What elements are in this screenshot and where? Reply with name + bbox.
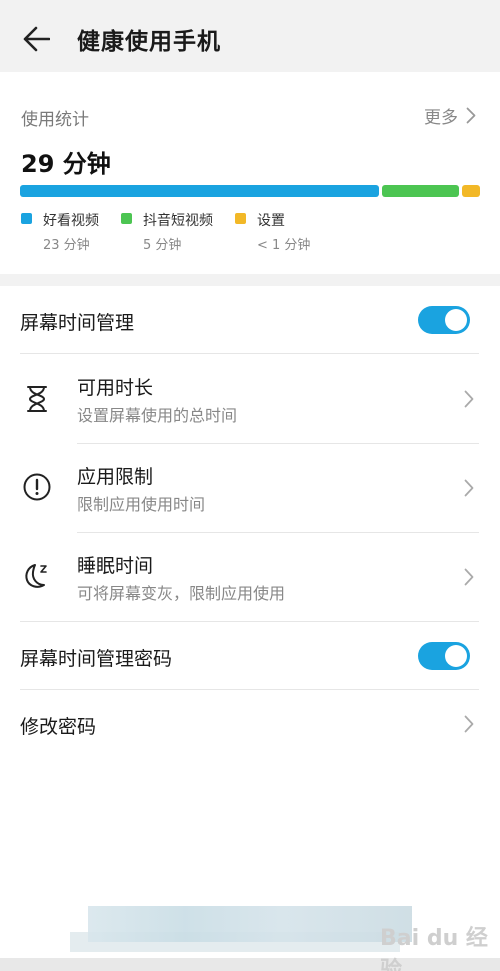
legend-dot (21, 213, 32, 224)
chevron-right-icon (464, 390, 474, 408)
legend-dot (121, 213, 132, 224)
app-duration: 5 分钟 (143, 238, 182, 253)
sleep-time-item[interactable]: 睡眠时间 可将屏幕变灰，限制应用使用 (0, 533, 500, 622)
item-subtitle: 限制应用使用时间 (77, 495, 206, 514)
more-link[interactable]: 更多 (424, 103, 476, 128)
watermark: Bai du 经验 (380, 926, 488, 971)
usage-bar-segment-2 (462, 185, 480, 197)
chevron-right-icon (464, 479, 474, 497)
toggle-knob (445, 309, 467, 331)
app-duration: 23 分钟 (43, 238, 90, 253)
password-toggle[interactable] (418, 642, 470, 670)
usage-bar-segment-0 (20, 185, 379, 197)
moon-sleep-icon (25, 564, 47, 588)
app-duration: < 1 分钟 (257, 238, 311, 253)
hourglass-icon (27, 386, 47, 412)
item-subtitle: 可将屏幕变灰，限制应用使用 (77, 584, 286, 603)
chevron-right-icon (464, 715, 474, 733)
blurred-region (88, 906, 412, 942)
usage-bar (20, 185, 480, 197)
app-name: 好看视频 (43, 213, 99, 229)
available-time-item[interactable]: 可用时长 设置屏幕使用的总时间 (0, 354, 500, 443)
more-label: 更多 (424, 108, 458, 128)
screen-time-toggle[interactable] (418, 306, 470, 334)
legend-dot (235, 213, 246, 224)
page-title: 健康使用手机 (77, 29, 221, 55)
app-name: 设置 (257, 213, 285, 229)
back-arrow-icon[interactable] (22, 26, 50, 52)
usage-bar-segment-1 (382, 185, 459, 197)
item-title: 睡眠时间 (77, 555, 154, 577)
chevron-right-icon (464, 568, 474, 586)
chevron-right-icon (466, 107, 476, 124)
password-row: 屏幕时间管理密码 (20, 622, 479, 689)
total-usage-time: 29 分钟 (21, 150, 111, 178)
item-title: 应用限制 (77, 466, 154, 488)
settings-list: 屏幕时间管理 可用时长 设置屏幕使用的总时间 应用限制 限制应用使用时间 睡眠时… (0, 286, 500, 958)
app-limits-item[interactable]: 应用限制 限制应用使用时间 (0, 444, 500, 533)
app-name: 抖音短视频 (143, 213, 213, 229)
top-bar: 健康使用手机 (0, 0, 500, 72)
toggle-knob (445, 645, 467, 667)
item-subtitle: 设置屏幕使用的总时间 (77, 406, 238, 425)
stats-label: 使用统计 (21, 110, 89, 130)
screen-time-row: 屏幕时间管理 (20, 286, 479, 353)
exclamation-circle-icon (23, 473, 51, 501)
password-label: 屏幕时间管理密码 (20, 648, 173, 670)
usage-stats-card: 使用统计 更多 29 分钟 好看视频 23 分钟 抖音短视频 5 分钟 设置 <… (0, 72, 500, 274)
item-title: 可用时长 (77, 377, 154, 399)
screen-time-label: 屏幕时间管理 (20, 312, 135, 334)
item-title: 修改密码 (20, 716, 97, 738)
change-password-item[interactable]: 修改密码 (0, 690, 500, 758)
